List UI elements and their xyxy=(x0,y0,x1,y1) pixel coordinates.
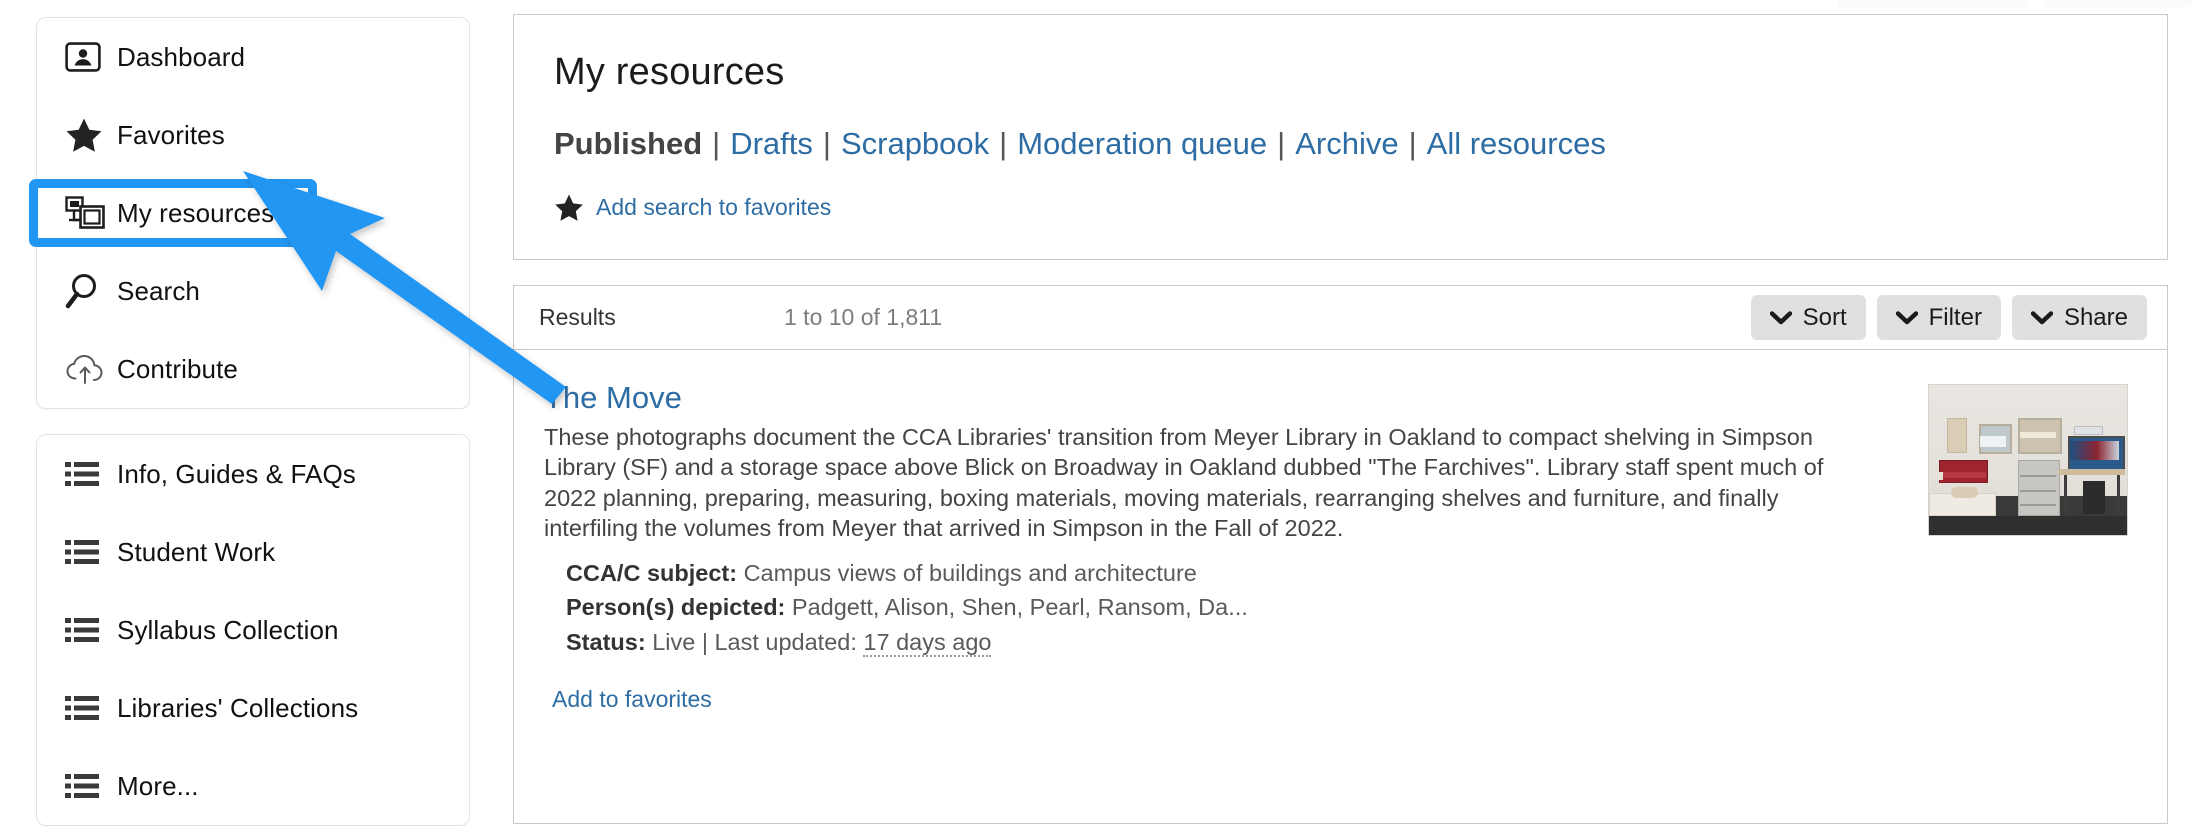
sidebar: Dashboard Favorites My resources Search … xyxy=(29,17,470,826)
resources-icon xyxy=(65,196,117,230)
chevron-down-icon xyxy=(1895,310,1918,325)
list-icon xyxy=(65,617,117,643)
sidebar-item-label: Favorites xyxy=(117,119,225,150)
chevron-down-icon xyxy=(1769,310,1792,325)
tab-separator: | xyxy=(1408,126,1417,161)
sidebar-item-dashboard[interactable]: Dashboard xyxy=(37,18,469,96)
metadata-value: Live | Last updated: xyxy=(652,628,857,655)
results-panel: Results 1 to 10 of 1,811 Sort Filter Sha… xyxy=(513,285,2168,824)
sidebar-item-syllabus-collection[interactable]: Syllabus Collection xyxy=(37,591,469,669)
sidebar-item-info-guides-faqs[interactable]: Info, Guides & FAQs xyxy=(37,435,469,513)
sidebar-item-label: Dashboard xyxy=(117,41,246,72)
tab-scrapbook[interactable]: Scrapbook xyxy=(841,126,989,161)
result-item-body: The Move These photographs document the … xyxy=(544,380,1894,713)
sidebar-item-my-resources[interactable]: My resources xyxy=(29,174,469,252)
filter-button-label: Filter xyxy=(1928,303,1982,331)
list-icon xyxy=(65,461,117,487)
sidebar-item-contribute[interactable]: Contribute xyxy=(37,330,469,408)
header-panel: My resources Published | Drafts | Scrapbook |… xyxy=(513,14,2168,260)
result-item: The Move These photographs document the … xyxy=(514,350,2167,713)
metadata-value: Padgett, Alison, Shen, Pearl, Ransom, Da… xyxy=(791,594,1248,621)
tab-separator: | xyxy=(712,126,721,161)
results-label: Results xyxy=(539,304,616,330)
sidebar-item-search[interactable]: Search xyxy=(37,252,469,330)
sidebar-item-student-work[interactable]: Student Work xyxy=(37,513,469,591)
sidebar-item-more[interactable]: More... xyxy=(37,747,469,825)
share-button[interactable]: Share xyxy=(2011,295,2147,340)
cloud-upload-icon xyxy=(65,353,117,385)
sidebar-item-label: Student Work xyxy=(117,536,276,567)
tab-separator: | xyxy=(999,126,1008,161)
results-actions: Sort Filter Share xyxy=(1750,295,2147,340)
results-toolbar: Results 1 to 10 of 1,811 Sort Filter Sha… xyxy=(514,286,2167,350)
metadata-key: CCA/C subject: xyxy=(566,560,738,587)
tab-drafts[interactable]: Drafts xyxy=(730,126,813,161)
tab-all-resources[interactable]: All resources xyxy=(1427,126,1606,161)
add-search-to-favorites-link[interactable]: Add search to favorites xyxy=(596,194,831,221)
sidebar-item-label: Search xyxy=(117,275,200,306)
result-title-link[interactable]: The Move xyxy=(544,380,682,416)
results-count: 1 to 10 of 1,811 xyxy=(784,304,943,330)
main-content: My resources Published | Drafts | Scrapbook |… xyxy=(513,14,2168,824)
share-button-label: Share xyxy=(2063,303,2128,331)
sidebar-item-favorites[interactable]: Favorites xyxy=(37,96,469,174)
add-search-to-favorites-row[interactable]: Add search to favorites xyxy=(554,193,2127,222)
result-description: These photographs document the CCA Libra… xyxy=(544,424,1824,541)
sidebar-item-label: More... xyxy=(117,770,199,801)
app-page: Dashboard Favorites My resources Search … xyxy=(0,0,2192,826)
add-to-favorites-link[interactable]: Add to favorites xyxy=(552,686,712,713)
tab-moderation-queue[interactable]: Moderation queue xyxy=(1017,126,1267,161)
sort-button-label: Sort xyxy=(1802,303,1847,331)
sidebar-item-libraries-collections[interactable]: Libraries' Collections xyxy=(37,669,469,747)
metadata-key: Person(s) depicted: xyxy=(566,594,786,621)
metadata-row-status: Status: Live | Last updated: 17 days ago xyxy=(566,628,1894,657)
star-icon xyxy=(554,193,584,222)
chevron-down-icon xyxy=(2030,310,2053,325)
sidebar-secondary-card: Info, Guides & FAQs Student Work Syllabu… xyxy=(36,434,470,826)
resource-tabs: Published | Drafts | Scrapbook | Moderation qu… xyxy=(554,128,2127,159)
list-icon xyxy=(65,539,117,565)
list-icon xyxy=(65,773,117,799)
tab-separator: | xyxy=(1277,126,1286,161)
contact-card-icon xyxy=(65,42,117,72)
result-metadata: CCA/C subject: Campus views of buildings… xyxy=(544,559,1894,657)
sidebar-item-label: Syllabus Collection xyxy=(117,614,339,645)
last-updated-value[interactable]: 17 days ago xyxy=(863,628,992,657)
magnifier-icon xyxy=(65,272,117,310)
tab-separator: | xyxy=(822,126,831,161)
filter-button[interactable]: Filter xyxy=(1876,295,2001,340)
sidebar-item-label: Contribute xyxy=(117,353,238,384)
sidebar-item-label: Libraries' Collections xyxy=(117,692,359,723)
page-title: My resources xyxy=(554,51,785,93)
metadata-key: Status: xyxy=(566,628,646,655)
sidebar-item-label: My resources xyxy=(117,197,275,228)
tab-archive[interactable]: Archive xyxy=(1295,126,1398,161)
sort-button[interactable]: Sort xyxy=(1750,295,1866,340)
metadata-value: Campus views of buildings and architectu… xyxy=(743,560,1197,587)
tab-published[interactable]: Published xyxy=(554,126,702,161)
list-icon xyxy=(65,695,117,721)
sidebar-item-label: Info, Guides & FAQs xyxy=(117,458,356,489)
sidebar-primary-card: Dashboard Favorites My resources Search … xyxy=(29,17,470,409)
metadata-row-persons: Person(s) depicted: Padgett, Alison, She… xyxy=(566,593,1894,622)
metadata-row-subject: CCA/C subject: Campus views of buildings… xyxy=(566,559,1894,588)
top-chrome-ghost-right xyxy=(2042,0,2192,7)
result-thumbnail[interactable] xyxy=(1928,384,2128,536)
star-icon xyxy=(65,117,117,153)
top-chrome-ghost-left xyxy=(1838,0,2028,7)
